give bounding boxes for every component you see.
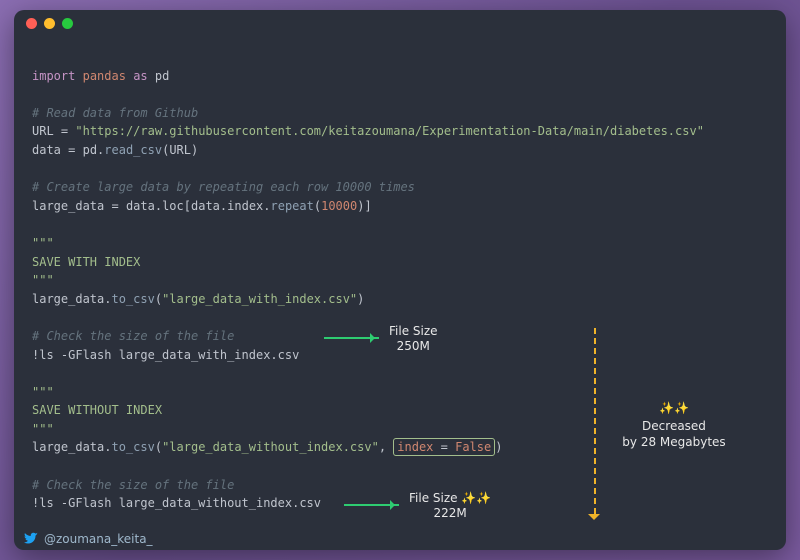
fn-to-csv-2: to_csv [111,440,154,454]
shell-cmd-2: ls -GFlash large_data_without_index.csv [39,496,321,510]
str-with-index: "large_data_with_index.csv" [162,292,357,306]
docstring-close-2: """ [32,422,54,436]
titlebar [14,10,786,36]
alias-pd: pd [155,69,169,83]
kw-import: import [32,69,75,83]
comment-read: # Read data from Github [32,106,198,120]
code-area: import pandas as pd # Read data from Git… [14,36,786,526]
url-string: "https://raw.githubusercontent.com/keita… [75,124,704,138]
section-save-with-index: SAVE WITH INDEX [32,255,140,269]
zoom-dot[interactable] [62,18,73,29]
boxed-kwarg: index = False [393,438,495,456]
filesize-annot-2: File Size ✨✨ 222M [409,491,491,521]
editor-window: import pandas as pd # Read data from Git… [14,10,786,550]
docstring-open-1: """ [32,236,54,250]
decrease-note: ✨✨ Decreased by 28 Megabytes [614,400,734,451]
decrease-line1: Decreased [614,418,734,434]
minimize-dot[interactable] [44,18,55,29]
comment-check-2: # Check the size of the file [32,478,234,492]
arrow-2 [344,504,399,506]
kw-as: as [133,69,147,83]
section-save-without-index: SAVE WITHOUT INDEX [32,403,162,417]
footer: @zoumana_keita_ [14,528,786,550]
twitter-handle: @zoumana_keita_ [44,532,153,546]
fn-to-csv-1: to_csv [111,292,154,306]
comment-large: # Create large data by repeating each ro… [32,180,415,194]
var-large-data: large_data [32,199,104,213]
fn-read-csv: read_csv [104,143,162,157]
filesize-value-1: 250M [397,339,430,354]
fn-repeat: repeat [271,199,314,213]
docstring-open-2: """ [32,385,54,399]
filesize-value-2: 222M [433,506,466,521]
twitter-icon [24,531,38,548]
close-dot[interactable] [26,18,37,29]
var-data: data [32,143,61,157]
vertical-divider [594,328,596,514]
mod-pandas: pandas [83,69,126,83]
num-10000: 10000 [321,199,357,213]
filesize-label-1: File Size [389,324,438,339]
down-arrow-icon [588,514,600,526]
filesize-annot-1: File Size 250M [389,324,438,354]
arrow-1 [324,337,379,339]
docstring-close-1: """ [32,273,54,287]
sparkles-icon: ✨✨ [461,491,491,505]
sparkles-icon: ✨✨ [614,400,734,416]
filesize-label-2: File Size [409,491,458,505]
var-url: URL [32,124,54,138]
decrease-line2: by 28 Megabytes [614,434,734,450]
shell-cmd-1: ls -GFlash large_data_with_index.csv [39,348,299,362]
comment-check-1: # Check the size of the file [32,329,234,343]
str-without-index: "large_data_without_index.csv" [162,440,379,454]
